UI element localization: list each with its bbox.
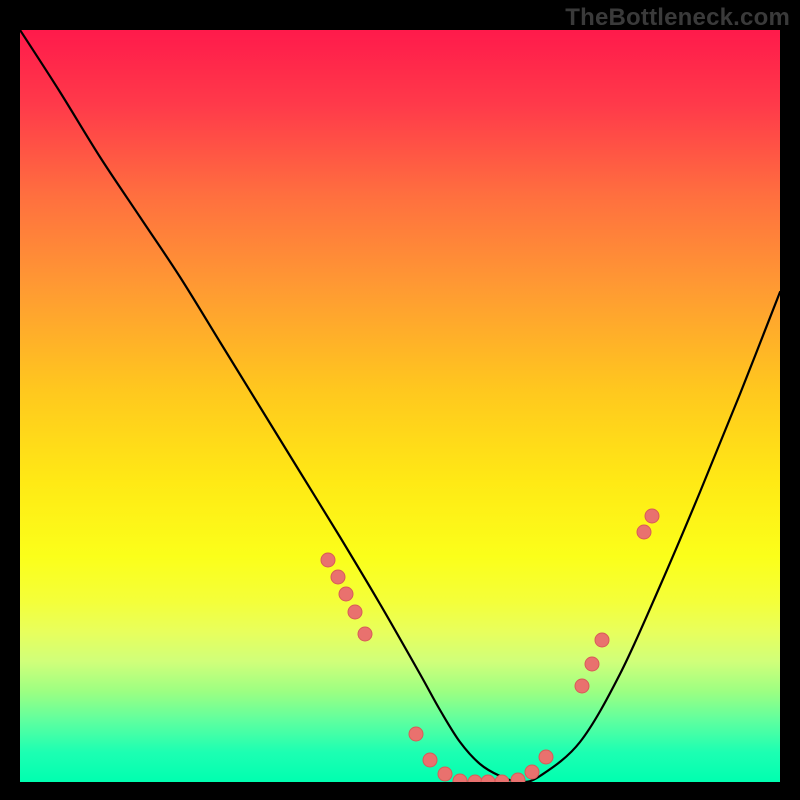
curve-dot [339,587,353,601]
curve-dot [637,525,651,539]
curve-dot [595,633,609,647]
curve-dot [331,570,345,584]
watermark-text: TheBottleneck.com [565,4,790,32]
curve-dot [575,679,589,693]
curve-dot [539,750,553,764]
curve-dot [423,753,437,767]
curve-dots [321,509,659,782]
curve-dot [525,765,539,779]
bottleneck-curve-chart [20,30,780,782]
curve-dot [358,627,372,641]
curve-dot [481,775,495,782]
curve-dot [438,767,452,781]
curve-dot [495,775,509,782]
chart-frame: TheBottleneck.com [0,0,800,800]
curve-dot [645,509,659,523]
curve-dot [468,775,482,782]
curve-dot [348,605,362,619]
curve-dot [453,774,467,782]
curve-dot [409,727,423,741]
curve-dot [585,657,599,671]
bottleneck-curve [20,30,780,782]
curve-dot [321,553,335,567]
curve-dot [511,773,525,782]
